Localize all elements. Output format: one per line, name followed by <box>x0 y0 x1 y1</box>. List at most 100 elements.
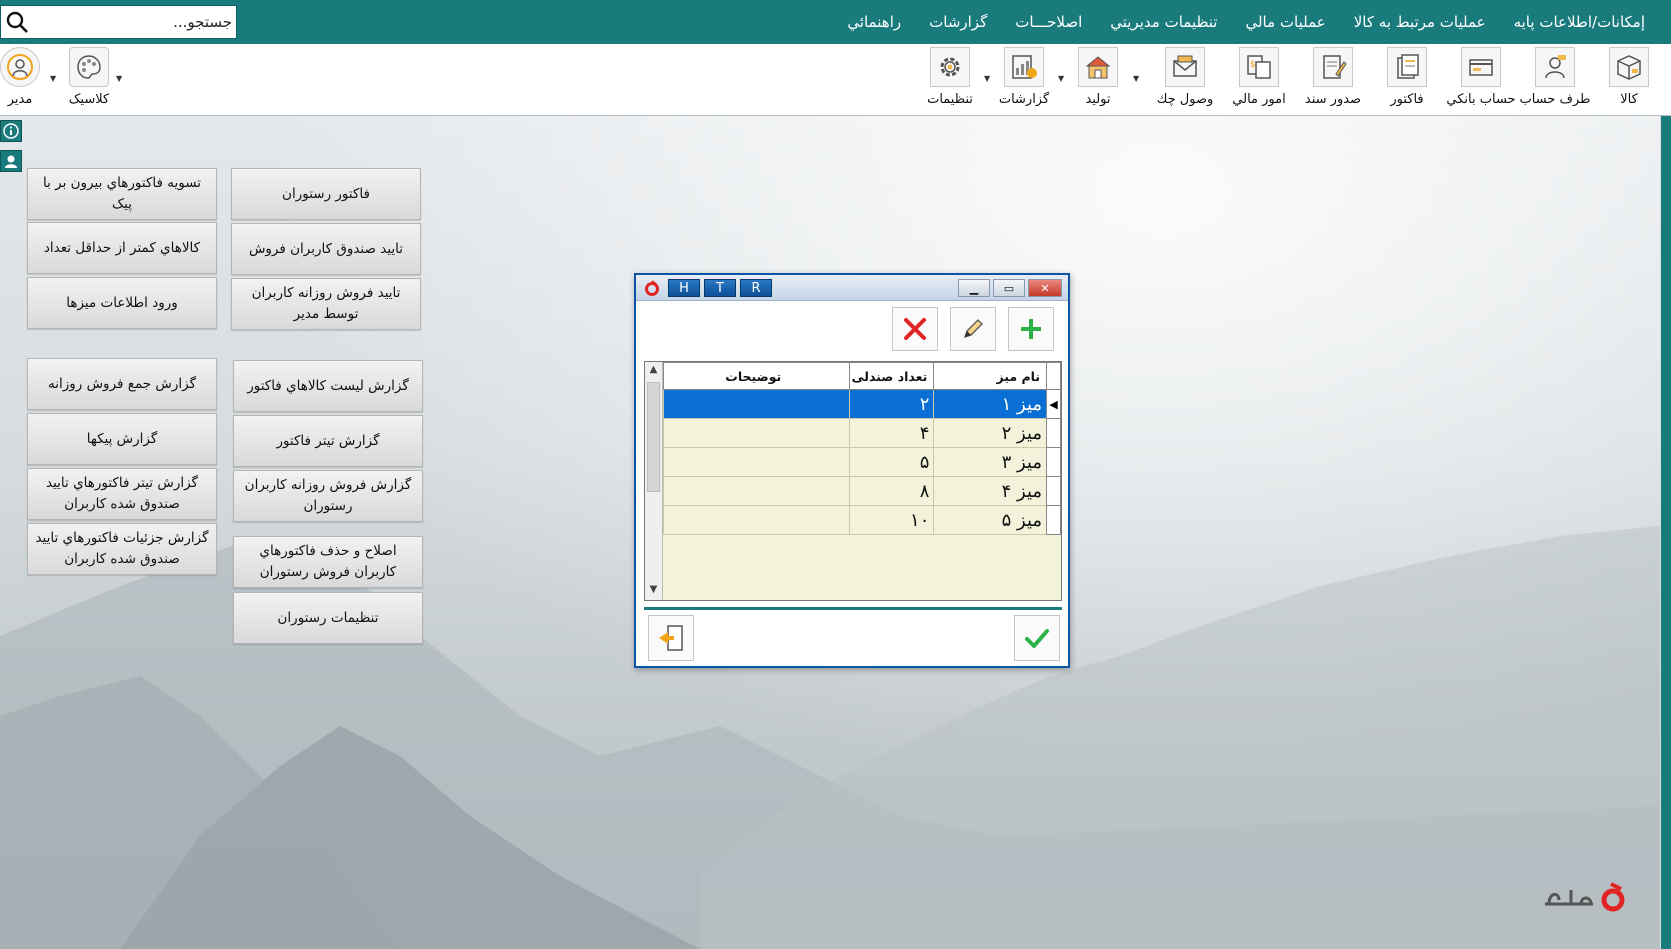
user-card-icon <box>1535 47 1575 87</box>
h-button[interactable]: H <box>668 279 700 297</box>
toolbar-goods-button[interactable]: كالا <box>1592 47 1666 113</box>
table-name-cell[interactable]: ميز ۳ <box>933 447 1048 477</box>
confirm-sales-cashbox-button[interactable]: تاييد صندوق كاربران فروش <box>231 223 421 275</box>
report-daily-sales-total-button[interactable]: گزارش جمع فروش روزانه <box>27 358 217 410</box>
table-name-cell[interactable]: ميز ۴ <box>933 476 1048 506</box>
user-avatar-icon <box>0 47 40 87</box>
column-header-name[interactable]: نام ميز <box>933 362 1048 390</box>
palette-icon <box>69 47 109 87</box>
plus-icon <box>1021 319 1041 339</box>
right-panel-strip[interactable] <box>1661 116 1671 949</box>
delete-x-icon <box>904 318 926 340</box>
invoice-icon <box>1387 47 1427 87</box>
table-name-cell[interactable]: ميز ۵ <box>933 505 1048 535</box>
table-row[interactable]: ميز ۲ ۴ <box>663 418 1061 448</box>
column-header-seats[interactable]: تعداد صندلی <box>848 362 935 390</box>
toolbar-issue-document-button[interactable]: صدور سند <box>1296 47 1370 113</box>
exit-door-icon <box>659 625 683 651</box>
menu-help[interactable]: راهنمائي <box>833 13 915 31</box>
toolbar-cheque-button[interactable]: وصول چك <box>1148 47 1222 113</box>
table-info-entry-button[interactable]: ورود اطلاعات ميزها <box>27 277 217 329</box>
menu-goods-ops[interactable]: عمليات مرتبط به كالا <box>1340 13 1500 31</box>
search-icon[interactable] <box>1 6 33 38</box>
toolbar-financial-affairs-button[interactable]: $ امور مالي <box>1222 47 1296 113</box>
close-icon[interactable]: ✕ <box>1028 279 1062 297</box>
restaurant-settings-button[interactable]: تنظيمات رستوران <box>233 592 423 644</box>
envelope-icon <box>1165 47 1205 87</box>
delete-button[interactable] <box>892 307 938 351</box>
app-logo-icon <box>644 280 660 300</box>
table-row[interactable]: ميز ۳ ۵ <box>663 447 1061 477</box>
menu-financial-ops[interactable]: عمليات مالي <box>1231 13 1339 31</box>
edit-button[interactable] <box>950 307 996 351</box>
low-stock-goods-button[interactable]: كالاهاي كمتر از حداقل تعداد <box>27 222 217 274</box>
side-strip <box>0 120 24 180</box>
report-daily-restaurant-sales-button[interactable]: گزارش فروش روزانه كاربران رستوران <box>233 470 423 522</box>
chart-report-icon <box>1004 47 1044 87</box>
toolbar-theme-button[interactable]: كلاسيک <box>52 47 126 113</box>
dialog-htr-buttons: H T R <box>668 279 772 297</box>
description-cell[interactable] <box>663 389 850 419</box>
add-button[interactable] <box>1008 307 1054 351</box>
row-indicator <box>1046 418 1061 448</box>
document-edit-icon <box>1313 47 1353 87</box>
seat-count-cell[interactable]: ۱۰ <box>848 505 935 535</box>
r-button[interactable]: R <box>740 279 772 297</box>
report-confirmed-invoice-details-button[interactable]: گزارش جزئيات فاكتورهاي تاييد صندوق شده ك… <box>27 523 217 575</box>
description-cell[interactable] <box>663 476 850 506</box>
toolbar-user-button[interactable]: مدير <box>0 47 57 113</box>
report-invoice-title-button[interactable]: گزارش تيتر فاكتور <box>233 415 423 467</box>
toolbar-reports-button[interactable]: گزارشات <box>987 47 1061 113</box>
gear-icon <box>930 47 970 87</box>
seat-count-cell[interactable]: ۲ <box>848 389 935 419</box>
window-controls: ▁ ▭ ✕ <box>958 279 1062 297</box>
column-header-description[interactable]: توضيحات <box>663 362 850 390</box>
description-cell[interactable] <box>663 505 850 535</box>
dialog-titlebar[interactable]: H T R ▁ ▭ ✕ <box>636 275 1068 301</box>
support-user-icon[interactable] <box>0 150 22 172</box>
toolbar-production-button[interactable]: توليد <box>1061 47 1135 113</box>
confirm-button[interactable] <box>1014 615 1060 661</box>
table-row[interactable]: ميز ۵ ۱۰ <box>663 505 1061 535</box>
report-invoice-goods-list-button[interactable]: گزارش ليست كالاهاي فاكتور <box>233 360 423 412</box>
confirm-daily-sales-manager-button[interactable]: تاييد فروش روزانه كاربران توسط مدير <box>231 278 421 330</box>
t-button[interactable]: T <box>704 279 736 297</box>
toolbar-account-party-button[interactable]: طرف حساب <box>1518 47 1592 113</box>
edit-delete-invoices-button[interactable]: اصلاح و حذف فاكتورهاي كاربران فروش رستور… <box>233 536 423 588</box>
menu-base-info[interactable]: إمكانات/اطلاعات پايه <box>1500 13 1659 31</box>
menu-reports[interactable]: گزارشات <box>915 13 1001 31</box>
seat-count-cell[interactable]: ۴ <box>848 418 935 448</box>
exit-button[interactable] <box>648 615 694 661</box>
scroll-up-icon[interactable]: ▲ <box>645 364 662 375</box>
grid-vertical-scrollbar[interactable]: ▲ ▼ <box>645 362 663 600</box>
row-indicator <box>1046 447 1061 477</box>
menu-corrections[interactable]: اصلاحـــات <box>1001 13 1096 31</box>
dialog-separator <box>644 607 1062 610</box>
settle-delivery-invoices-button[interactable]: تسويه فاكتورهاي بيرون بر با پيک <box>27 168 217 220</box>
description-cell[interactable] <box>663 447 850 477</box>
toolbar-bank-account-button[interactable]: حساب بانكي <box>1444 47 1518 113</box>
checkmark-icon <box>1025 629 1049 648</box>
maximize-icon[interactable]: ▭ <box>993 279 1025 297</box>
minimize-icon[interactable]: ▁ <box>958 279 990 297</box>
scroll-thumb[interactable] <box>647 382 660 492</box>
toolbar-invoice-button[interactable]: فاكتور <box>1370 47 1444 113</box>
seat-count-cell[interactable]: ۵ <box>848 447 935 477</box>
report-confirmed-invoice-titles-button[interactable]: گزارش تيتر فاكتورهاي تاييد صندوق شده كار… <box>27 468 217 520</box>
money-doc-icon: $ <box>1239 47 1279 87</box>
table-name-cell[interactable]: ميز ۱ <box>933 389 1048 419</box>
restaurant-invoice-button[interactable]: فاكتور رستوران <box>231 168 421 220</box>
scroll-down-icon[interactable]: ▼ <box>645 584 662 595</box>
report-couriers-button[interactable]: گزارش پيكها <box>27 413 217 465</box>
toolbar-settings-button[interactable]: تنظيمات <box>913 47 987 113</box>
search-input[interactable] <box>33 7 236 37</box>
description-cell[interactable] <box>663 418 850 448</box>
info-icon[interactable] <box>0 120 22 142</box>
table-row[interactable]: ميز ۴ ۸ <box>663 476 1061 506</box>
factory-icon <box>1078 47 1118 87</box>
box-icon <box>1609 47 1649 87</box>
menu-management-settings[interactable]: تنظيمات مديريتي <box>1096 13 1231 31</box>
table-name-cell[interactable]: ميز ۲ <box>933 418 1048 448</box>
table-row[interactable]: ◀ ميز ۱ ۲ <box>663 389 1061 419</box>
seat-count-cell[interactable]: ۸ <box>848 476 935 506</box>
